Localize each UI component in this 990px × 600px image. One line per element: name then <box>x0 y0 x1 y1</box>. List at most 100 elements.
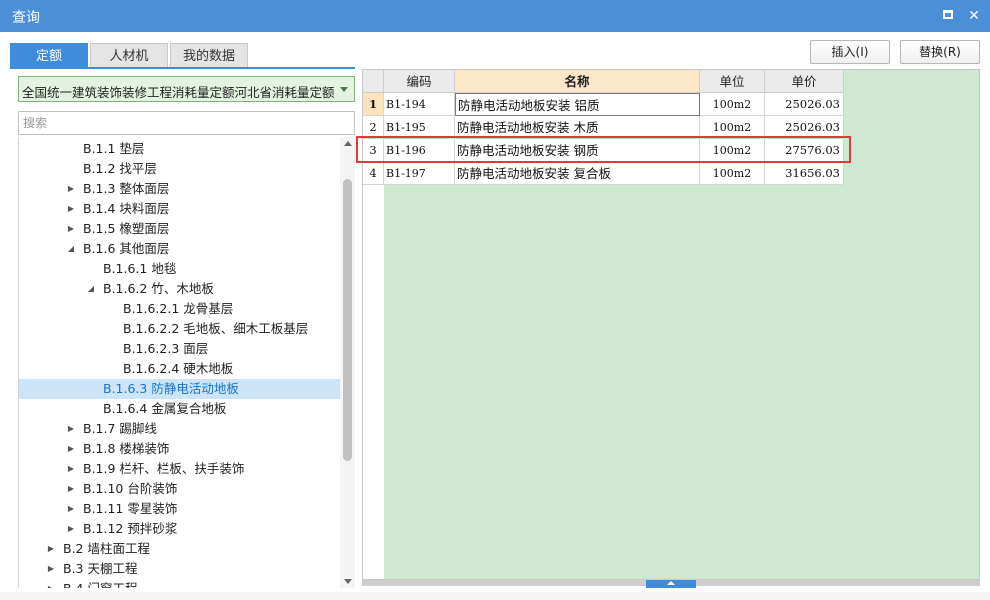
cell-price[interactable]: 27576.03 <box>765 139 844 162</box>
tree-item[interactable]: B.1.6.3 防静电活动地板 <box>19 379 341 399</box>
tab-quota[interactable]: 定额 <box>10 43 88 68</box>
tree-item-label: B.1.12 预拌砂浆 <box>83 521 178 536</box>
tree-collapsed-icon[interactable]: ▶ <box>65 439 77 459</box>
tree-item[interactable]: B.1.6.1 地毯 <box>19 259 341 279</box>
quota-grid: 编码 名称 单位 单价 1 B1-194 防静电活动地板安装 铝质 100m2 2502… <box>362 69 980 580</box>
title-bar: 查询 ✕ <box>0 0 990 32</box>
maximize-button[interactable] <box>938 6 958 26</box>
tree-item[interactable]: ▶ B.1.4 块料面层 <box>19 199 341 219</box>
cell-price[interactable]: 31656.03 <box>765 162 844 185</box>
cell-code[interactable]: B1-196 <box>384 139 455 162</box>
tree-item[interactable]: B.1.6.2.1 龙骨基层 <box>19 299 341 319</box>
insert-button[interactable]: 插入(I) <box>810 40 890 64</box>
tree-collapsed-icon[interactable]: ▶ <box>65 219 77 239</box>
tree-item-label: B.1.8 楼梯装饰 <box>83 441 170 456</box>
column-header-unit[interactable]: 单位 <box>700 70 765 93</box>
tree-item-label: B.1.6.1 地毯 <box>103 261 177 276</box>
replace-button[interactable]: 替换(R) <box>900 40 980 64</box>
tree-collapsed-icon[interactable]: ▶ <box>45 579 57 588</box>
cell-unit[interactable]: 100m2 <box>700 162 765 185</box>
tree-item[interactable]: ▶ B.4 门窗工程 <box>19 579 341 588</box>
tree-scrollbar[interactable] <box>340 137 355 588</box>
search-input[interactable] <box>18 111 355 135</box>
column-header-name[interactable]: 名称 <box>455 70 700 93</box>
tree-item[interactable]: B.1.2 找平层 <box>19 159 341 179</box>
maximize-icon <box>943 10 953 19</box>
scrollbar-thumb[interactable] <box>343 179 352 461</box>
cell-name[interactable]: 防静电活动地板安装 钢质 <box>455 139 700 162</box>
tree-item[interactable]: B.1.6.4 金属复合地板 <box>19 399 341 419</box>
scroll-up-icon[interactable] <box>344 141 352 146</box>
tree-collapsed-icon[interactable]: ▶ <box>65 419 77 439</box>
tree-collapsed-icon[interactable]: ▶ <box>65 459 77 479</box>
column-header-price[interactable]: 单价 <box>765 70 844 93</box>
tab-underline <box>10 67 355 69</box>
cell-code[interactable]: B1-194 <box>384 93 455 116</box>
tree-item[interactable]: ▶ B.1.5 橡塑面层 <box>19 219 341 239</box>
tree-item[interactable]: B.1.1 垫层 <box>19 139 341 159</box>
cell-code[interactable]: B1-197 <box>384 162 455 185</box>
cell-unit[interactable]: 100m2 <box>700 93 765 116</box>
tree-collapsed-icon[interactable]: ▶ <box>45 559 57 579</box>
tree-collapsed-icon[interactable]: ▶ <box>65 199 77 219</box>
tree-item-label: B.4 门窗工程 <box>63 579 137 588</box>
row-number[interactable]: 4 <box>363 162 384 185</box>
cell-unit[interactable]: 100m2 <box>700 116 765 139</box>
tree-item-label: B.1.6.2 竹、木地板 <box>103 281 214 296</box>
tree-item-label: B.1.3 整体面层 <box>83 181 170 196</box>
cell-name[interactable]: 防静电活动地板安装 木质 <box>455 116 700 139</box>
tree-item[interactable]: ▶ B.1.9 栏杆、栏板、扶手装饰 <box>19 459 341 479</box>
tree-item[interactable]: B.1.6.2.3 面层 <box>19 339 341 359</box>
tree-item[interactable]: ▶ B.1.11 零星装饰 <box>19 499 341 519</box>
cell-name[interactable]: 防静电活动地板安装 复合板 <box>455 162 700 185</box>
tree-item-label: B.1.6.2.3 面层 <box>123 341 209 356</box>
chevron-down-icon <box>340 87 348 92</box>
tree-item[interactable]: ▶ B.1.3 整体面层 <box>19 179 341 199</box>
tree-item-label: B.2 墙柱面工程 <box>63 541 150 556</box>
tab-my-data[interactable]: 我的数据 <box>170 43 248 68</box>
tree-collapsed-icon[interactable]: ▶ <box>65 479 77 499</box>
tree-collapsed-icon[interactable]: ▶ <box>65 519 77 539</box>
tree-item[interactable]: B.1.6.2.4 硬木地板 <box>19 359 341 379</box>
tree-item-label: B.1.6.4 金属复合地板 <box>103 401 227 416</box>
tree-expanded-icon[interactable]: ◢ <box>85 279 97 299</box>
quota-tree: B.1.1 垫层 B.1.2 找平层 ▶ B.1.3 整体面层 ▶ B.1.4 块料面层 ▶… <box>18 137 355 588</box>
tree-collapsed-icon[interactable]: ▶ <box>65 179 77 199</box>
tree-item[interactable]: ▶ B.3 天棚工程 <box>19 559 341 579</box>
library-select-value: 全国统一建筑装饰装修工程消耗量定额河北省消耗量定额(20 <box>22 85 334 100</box>
tree-item[interactable]: ▶ B.1.7 踢脚线 <box>19 419 341 439</box>
tree-item[interactable]: ▶ B.2 墙柱面工程 <box>19 539 341 559</box>
tree-item-label: B.1.11 零星装饰 <box>83 501 178 516</box>
scroll-down-icon[interactable] <box>344 579 352 584</box>
tree-item[interactable]: ▶ B.1.10 台阶装饰 <box>19 479 341 499</box>
tree-collapsed-icon[interactable]: ▶ <box>65 499 77 519</box>
close-button[interactable]: ✕ <box>964 6 984 26</box>
tree-item-label: B.1.6 其他面层 <box>83 241 170 256</box>
column-header-code[interactable]: 编码 <box>384 70 455 93</box>
tree-item-label: B.1.6.2.2 毛地板、细木工板基层 <box>123 321 309 336</box>
row-number[interactable]: 3 <box>363 139 384 162</box>
window-bottom-edge <box>0 592 990 600</box>
cell-code[interactable]: B1-195 <box>384 116 455 139</box>
tree-item[interactable]: B.1.6.2.2 毛地板、细木工板基层 <box>19 319 341 339</box>
cell-price[interactable]: 25026.03 <box>765 93 844 116</box>
grid-corner <box>363 70 384 93</box>
tree-item-label: B.1.7 踢脚线 <box>83 421 157 436</box>
cell-name[interactable]: 防静电活动地板安装 铝质 <box>455 93 700 116</box>
tree-expanded-icon[interactable]: ◢ <box>65 239 77 259</box>
tree-item-label: B.1.6.2.1 龙骨基层 <box>123 301 234 316</box>
tab-labor-material-machine[interactable]: 人材机 <box>90 43 168 68</box>
tree-item[interactable]: ◢ B.1.6.2 竹、木地板 <box>19 279 341 299</box>
panel-splitter-grip[interactable] <box>646 580 696 588</box>
cell-price[interactable]: 25026.03 <box>765 116 844 139</box>
row-number[interactable]: 2 <box>363 116 384 139</box>
tree-item-label: B.1.9 栏杆、栏板、扶手装饰 <box>83 461 245 476</box>
tree-item-label: B.1.2 找平层 <box>83 161 157 176</box>
tree-item[interactable]: ▶ B.1.8 楼梯装饰 <box>19 439 341 459</box>
tree-item[interactable]: ▶ B.1.12 预拌砂浆 <box>19 519 341 539</box>
row-number[interactable]: 1 <box>363 93 384 116</box>
tree-collapsed-icon[interactable]: ▶ <box>45 539 57 559</box>
library-select[interactable]: 全国统一建筑装饰装修工程消耗量定额河北省消耗量定额(20 <box>18 76 355 102</box>
tree-item[interactable]: ◢ B.1.6 其他面层 <box>19 239 341 259</box>
cell-unit[interactable]: 100m2 <box>700 139 765 162</box>
